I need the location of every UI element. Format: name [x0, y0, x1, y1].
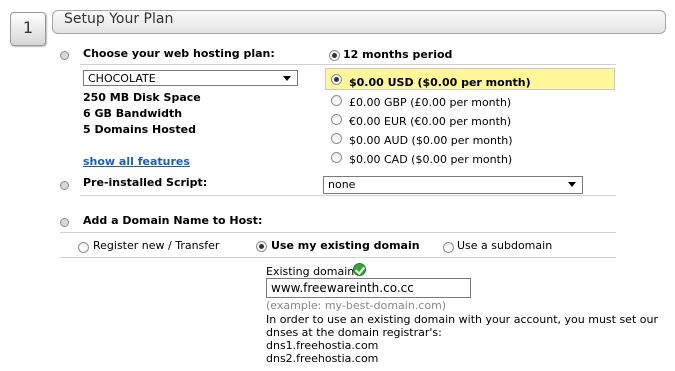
register-new-radio[interactable]: [78, 242, 89, 253]
script-select-value: none: [328, 178, 356, 191]
price-aud: $0.00 AUD ($0.00 per month): [349, 134, 513, 147]
dns-note-line-2: dnses at the domain registrar's:: [266, 326, 442, 339]
step-number: 1: [22, 18, 34, 37]
existing-domain-label: Existing domain:: [266, 265, 358, 278]
plan-select-value: CHOCOLATE: [88, 72, 156, 85]
use-subdomain-label: Use a subdomain: [457, 239, 553, 252]
dns1-text: dns1.freehostia.com: [266, 339, 379, 352]
divider: [60, 257, 616, 258]
feature-domains: 5 Domains Hosted: [83, 123, 196, 136]
bullet-icon: [60, 51, 69, 60]
use-existing-radio[interactable]: [256, 241, 267, 252]
show-all-features-link[interactable]: show all features: [83, 155, 190, 168]
existing-domain-input[interactable]: www.freewareinth.co.cc: [266, 278, 471, 298]
chevron-down-icon: [283, 76, 291, 81]
divider: [80, 64, 616, 65]
register-new-label: Register new / Transfer: [93, 239, 220, 252]
script-label: Pre-installed Script:: [83, 176, 208, 189]
period-radio[interactable]: [329, 50, 340, 61]
use-subdomain-radio[interactable]: [443, 242, 454, 253]
valid-check-icon: [353, 263, 366, 276]
feature-disk: 250 MB Disk Space: [83, 91, 201, 104]
script-select[interactable]: none: [323, 176, 583, 194]
feature-bandwidth: 6 GB Bandwidth: [83, 107, 183, 120]
price-gbp: £0.00 GBP (£0.00 per month): [349, 96, 512, 109]
price-radio-gbp[interactable]: [331, 95, 342, 106]
price-eur: €0.00 EUR (€0.00 per month): [349, 115, 512, 128]
domain-example: (example: my-best-domain.com): [266, 299, 447, 312]
bullet-icon: [60, 218, 69, 227]
plan-select[interactable]: CHOCOLATE: [83, 70, 298, 86]
domain-label: Add a Domain Name to Host:: [83, 214, 263, 227]
price-radio-aud[interactable]: [331, 133, 342, 144]
dns-note-line-1: In order to use an existing domain with …: [266, 313, 658, 326]
price-cad: $0.00 CAD ($0.00 per month): [349, 153, 513, 166]
bullet-icon: [60, 181, 69, 190]
divider: [80, 195, 616, 196]
divider: [60, 232, 616, 233]
chevron-down-icon: [568, 182, 576, 187]
section-title: Setup Your Plan: [64, 11, 174, 27]
dns2-text: dns2.freehostia.com: [266, 352, 379, 365]
period-label: 12 months period: [343, 48, 453, 61]
price-radio-cad[interactable]: [331, 152, 342, 163]
plan-label: Choose your web hosting plan:: [83, 47, 275, 60]
price-usd: $0.00 USD ($0.00 per month): [349, 76, 531, 89]
use-existing-label: Use my existing domain: [271, 239, 420, 252]
price-radio-usd[interactable]: [331, 74, 342, 85]
price-radio-eur[interactable]: [331, 114, 342, 125]
